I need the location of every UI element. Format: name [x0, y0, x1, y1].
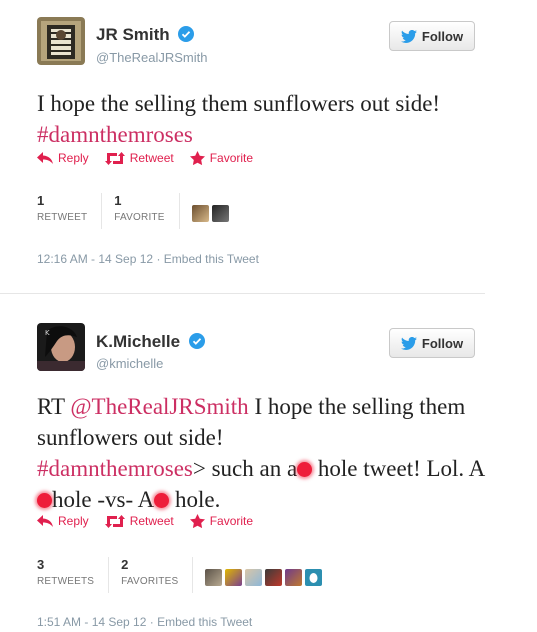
- tweet-text: RT @TheRealJRSmith I hope the selling th…: [37, 391, 487, 515]
- tweet-text-body: I hope the selling them sunflowers out s…: [37, 91, 441, 116]
- reply-label: Reply: [58, 151, 89, 165]
- tweet-text-body: > such an a: [192, 456, 298, 481]
- hashtag-link[interactable]: #damnthemroses: [37, 456, 193, 481]
- star-icon: [189, 514, 205, 528]
- verified-badge-icon: [188, 333, 205, 349]
- retweet-count-label: RETWEET: [37, 212, 88, 223]
- favorite-button[interactable]: Favorite: [189, 151, 254, 165]
- censor-blot: [297, 462, 313, 477]
- favorite-button[interactable]: Favorite: [189, 514, 254, 528]
- display-name[interactable]: JR Smith: [96, 25, 195, 45]
- retweet-count[interactable]: 3 RETWEETS: [37, 557, 110, 593]
- favorite-count-number: 2: [121, 557, 129, 572]
- avatar[interactable]: [191, 204, 209, 222]
- avatar[interactable]: [285, 568, 303, 586]
- reply-arrow-icon: [37, 515, 53, 527]
- reply-label: Reply: [58, 514, 89, 528]
- tweet-text-body: hole -vs- A: [52, 487, 155, 512]
- retweet-icon: [104, 514, 125, 528]
- star-icon: [189, 151, 205, 165]
- retweet-label: Retweet: [129, 151, 174, 165]
- favorite-count-number: 1: [114, 193, 122, 208]
- tweet-meta: 12:16 AM - 14 Sep 12 · Embed this Tweet: [37, 252, 259, 266]
- twitter-bird-icon: [400, 336, 417, 350]
- tweet-stats: 3 RETWEETS 2 FAVORITES: [37, 557, 323, 593]
- follow-button[interactable]: Follow: [389, 21, 475, 51]
- avatar[interactable]: [211, 204, 229, 222]
- reply-button[interactable]: Reply: [37, 514, 89, 528]
- retweet-count-label: RETWEETS: [37, 576, 95, 587]
- censor-blot: [154, 493, 170, 508]
- display-name-text[interactable]: JR Smith: [96, 25, 170, 44]
- engagement-avatars: [191, 193, 229, 229]
- embed-tweet-link[interactable]: Embed this Tweet: [164, 252, 259, 266]
- avatar[interactable]: [205, 568, 223, 586]
- engagement-avatars: [205, 557, 323, 593]
- reply-button[interactable]: Reply: [37, 151, 89, 165]
- retweet-button[interactable]: Retweet: [104, 151, 174, 165]
- tweet-divider: [0, 293, 485, 294]
- tweet-actions: Reply Retweet Favorite: [37, 151, 253, 165]
- tweet-meta: 1:51 AM - 14 Sep 12 · Embed this Tweet: [37, 615, 252, 629]
- favorite-count-label: FAVORITES: [121, 576, 179, 587]
- timestamp-link[interactable]: 12:16 AM - 14 Sep 12: [37, 252, 153, 266]
- follow-button[interactable]: Follow: [389, 328, 475, 358]
- censor-blot: [37, 493, 52, 508]
- tweet-stats: 1 RETWEET 1 FAVORITE: [37, 193, 229, 229]
- avatar[interactable]: [265, 568, 283, 586]
- avatar[interactable]: K: [37, 323, 85, 371]
- follow-label: Follow: [421, 28, 464, 44]
- retweet-icon: [104, 151, 125, 165]
- avatar[interactable]: [37, 17, 85, 65]
- display-name[interactable]: K.Michelle: [96, 332, 205, 352]
- avatar[interactable]: [225, 568, 243, 586]
- favorite-label: Favorite: [209, 151, 254, 165]
- favorite-count[interactable]: 1 FAVORITE: [114, 193, 180, 229]
- user-handle[interactable]: @TheRealJRSmith: [96, 50, 207, 65]
- avatar[interactable]: [245, 568, 263, 586]
- tweet-text: I hope the selling them sunflowers out s…: [37, 88, 487, 150]
- meta-separator: ·: [156, 252, 161, 266]
- tweet-text-body: hole.: [169, 487, 221, 512]
- favorite-count-label: FAVORITE: [114, 212, 165, 223]
- svg-text:K: K: [45, 329, 50, 337]
- retweet-count-number: 3: [37, 557, 45, 572]
- follow-label: Follow: [421, 335, 464, 351]
- twitter-bird-icon: [400, 29, 417, 43]
- tweet-actions: Reply Retweet Favorite: [37, 514, 253, 528]
- tweet-card-kmichelle: K K.Michelle @kmichelle Follow RT @TheRe…: [0, 296, 537, 632]
- tweet-card-jrsmith: JR Smith @TheRealJRSmith Follow I hope t…: [0, 0, 537, 292]
- user-handle[interactable]: @kmichelle: [96, 356, 163, 371]
- tweet-text-body: hole tweet! Lol. A: [312, 456, 486, 481]
- embed-tweet-link[interactable]: Embed this Tweet: [157, 615, 252, 629]
- verified-badge-icon: [178, 26, 195, 42]
- meta-separator: ·: [149, 615, 154, 629]
- timestamp-link[interactable]: 1:51 AM - 14 Sep 12: [37, 615, 146, 629]
- retweet-button[interactable]: Retweet: [104, 514, 174, 528]
- display-name-text[interactable]: K.Michelle: [96, 332, 180, 351]
- favorite-count[interactable]: 2 FAVORITES: [121, 557, 194, 593]
- retweet-count[interactable]: 1 RETWEET: [37, 193, 103, 229]
- retweet-label: Retweet: [129, 514, 174, 528]
- rt-prefix: RT: [37, 394, 71, 419]
- retweet-count-number: 1: [37, 193, 45, 208]
- egg-avatar-icon[interactable]: [305, 568, 323, 586]
- mention-link[interactable]: @TheRealJRSmith: [70, 394, 248, 419]
- favorite-label: Favorite: [209, 514, 254, 528]
- reply-arrow-icon: [37, 152, 53, 164]
- hashtag-link[interactable]: #damnthemroses: [37, 122, 193, 147]
